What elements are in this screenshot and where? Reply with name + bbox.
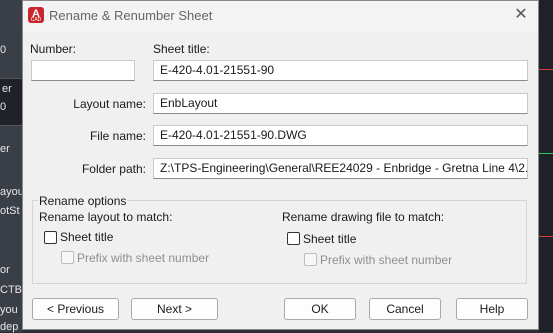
sheet-title-field[interactable]: E-420-4.01-21551-90 [153, 60, 528, 81]
layout-sheet-title-checkbox[interactable] [44, 231, 57, 244]
sheet-title-label: Sheet title: [153, 42, 210, 56]
title-bar[interactable]: A CAD Rename & Renumber Sheet ✕ [23, 1, 538, 31]
drawing-sheet-title-checkbox[interactable] [287, 232, 300, 245]
bg-red-line [539, 236, 553, 237]
folder-path-label: Folder path: [81, 162, 146, 176]
bg-text: er [0, 143, 10, 155]
file-name-field[interactable]: E-420-4.01-21551-90.DWG [153, 125, 528, 146]
drawing-sheet-title-label[interactable]: Sheet title [303, 232, 356, 246]
rename-options-title: Rename options [38, 194, 128, 208]
bg-text: otSt [0, 205, 20, 217]
drawing-prefix-checkbox[interactable] [304, 253, 317, 266]
layout-sheet-title-label[interactable]: Sheet title [60, 230, 113, 244]
previous-button[interactable]: < Previous [32, 298, 119, 320]
bg-text: 0 [0, 101, 7, 113]
number-label: Number: [30, 42, 77, 56]
bg-text: 0 [0, 44, 7, 56]
ok-button[interactable]: OK [284, 298, 356, 320]
dialog-title: Rename & Renumber Sheet [49, 8, 213, 23]
file-name-label: File name: [89, 129, 146, 143]
layout-prefix-label[interactable]: Prefix with sheet number [77, 251, 209, 265]
rename-layout-heading: Rename layout to match: [39, 210, 173, 224]
bg-text: ayou [0, 186, 24, 198]
background-app-right [539, 0, 553, 332]
bg-text: you [0, 304, 18, 316]
bg-text: er [2, 83, 12, 95]
layout-prefix-checkbox[interactable] [61, 251, 74, 264]
bg-text: dep [0, 321, 19, 333]
bg-green-line [539, 153, 553, 154]
background-app-left: 0 er 0 er ayou otSt or CTB. you dep [0, 0, 25, 333]
cancel-button[interactable]: Cancel [369, 298, 441, 320]
layout-name-label: Layout name: [73, 97, 146, 111]
layout-name-field[interactable]: EnbLayout [153, 93, 528, 114]
autocad-app-icon: A CAD [28, 7, 44, 23]
drawing-prefix-label[interactable]: Prefix with sheet number [320, 253, 452, 267]
folder-path-field[interactable]: Z:\TPS-Engineering\General\REE24029 - En… [153, 158, 528, 179]
bg-red-line [539, 69, 553, 70]
next-button[interactable]: Next > [131, 298, 218, 320]
rename-renumber-dialog: A CAD Rename & Renumber Sheet ✕ Number: … [22, 0, 539, 330]
number-field[interactable] [31, 60, 135, 81]
help-button[interactable]: Help [456, 298, 528, 320]
rename-drawing-heading: Rename drawing file to match: [282, 210, 445, 224]
bg-panel: er 0 [0, 78, 22, 126]
bg-text: or [0, 264, 10, 276]
close-icon[interactable]: ✕ [510, 5, 532, 25]
